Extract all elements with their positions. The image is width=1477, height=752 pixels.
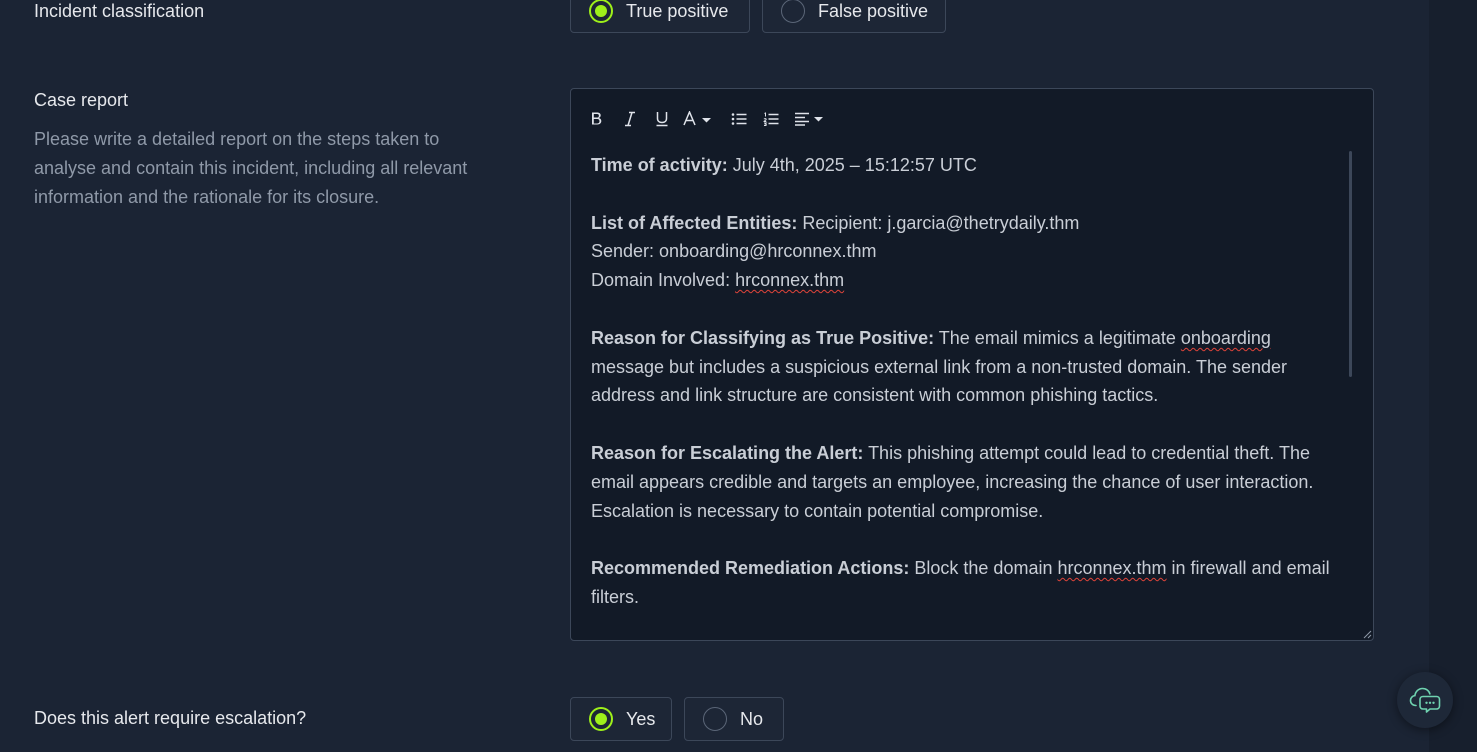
incident-classification-label: Incident classification [34, 1, 205, 21]
reason-label: Reason for Classifying as True Positive: [591, 327, 935, 348]
radio-checked-icon [589, 0, 613, 23]
time-value: July 4th, 2025 – 15:12:57 UTC [727, 155, 977, 175]
align-icon[interactable] [793, 106, 827, 132]
entities-line: List of Affected Entities: Recipient: j.… [591, 209, 1331, 238]
editor-scrollbar[interactable] [1349, 151, 1352, 377]
escalation-no-option[interactable]: No [684, 697, 784, 741]
italic-icon[interactable] [620, 106, 640, 132]
reason-text-start: The email mimics a legitimate [934, 327, 1181, 348]
true-positive-option[interactable]: True positive [570, 0, 750, 33]
false-positive-option[interactable]: False positive [762, 0, 946, 33]
time-label: Time of activity: [591, 155, 728, 175]
false-positive-label: False positive [818, 0, 929, 21]
escalation-reason-paragraph: Reason for Escalating the Alert: This ph… [591, 439, 1331, 525]
entities-label: List of Affected Entities: [591, 212, 798, 233]
escalate-label: Reason for Escalating the Alert: [591, 442, 864, 463]
resize-handle-icon[interactable] [1362, 629, 1372, 639]
bold-icon[interactable] [587, 106, 607, 132]
chat-button[interactable] [1397, 672, 1453, 728]
escalation-yes-option[interactable]: Yes [570, 697, 672, 741]
reason-misspelled-word: onboarding [1180, 327, 1271, 348]
remediation-domain: hrconnex.thm [1057, 558, 1167, 579]
bullet-list-icon[interactable] [729, 106, 749, 132]
remediation-paragraph: Recommended Remediation Actions: Block t… [591, 554, 1331, 612]
true-positive-label: True positive [626, 0, 729, 21]
yes-label: Yes [626, 708, 656, 729]
remediation-label: Recommended Remediation Actions: [591, 558, 910, 579]
case-report-help-text: Please write a detailed report on the st… [34, 129, 468, 207]
editor-toolbar [587, 105, 827, 133]
entities-recipient: Recipient: j.garcia@thetrydaily.thm [797, 212, 1080, 233]
right-gutter [1429, 0, 1477, 752]
remediation-text-start: Block the domain [909, 558, 1058, 579]
incident-report-form: Incident classification True positive Fa… [0, 0, 1477, 752]
case-report-editor[interactable]: Time of activity: July 4th, 2025 – 15:12… [570, 88, 1374, 641]
case-report-label: Case report [34, 90, 129, 110]
numbered-list-icon[interactable] [761, 106, 781, 132]
radio-unchecked-icon [703, 707, 727, 731]
entities-sender: Sender: onboarding@hrconnex.thm [591, 241, 877, 262]
font-color-icon[interactable] [682, 106, 716, 132]
classification-reason-paragraph: Reason for Classifying as True Positive:… [591, 324, 1331, 410]
escalation-question-label: Does this alert require escalation? [34, 708, 307, 728]
reason-text-end: message but includes a suspicious extern… [591, 356, 1288, 406]
no-label: No [740, 708, 764, 729]
radio-unchecked-icon [781, 0, 805, 23]
domain-prefix: Domain Involved: [591, 270, 736, 291]
domain-value: hrconnex.thm [735, 270, 845, 291]
editor-content[interactable]: Time of activity: July 4th, 2025 – 15:12… [591, 151, 1331, 612]
time-of-activity-line: Time of activity: July 4th, 2025 – 15:12… [591, 151, 1331, 180]
domain-involved-line: Domain Involved: hrconnex.thm [591, 266, 1331, 295]
underline-icon[interactable] [652, 106, 672, 132]
radio-checked-icon [589, 707, 613, 731]
chat-cloud-icon [1409, 687, 1441, 713]
